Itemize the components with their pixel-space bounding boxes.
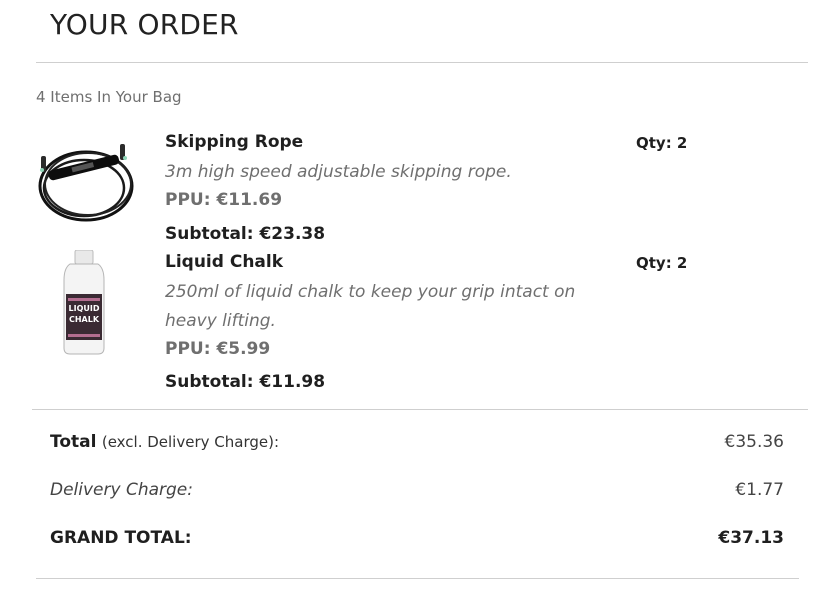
total-label-note: (excl. Delivery Charge): (101, 433, 280, 451)
delivery-row: Delivery Charge: €1.77 (50, 480, 784, 504)
grand-total-value: €37.13 (718, 528, 784, 548)
delivery-label: Delivery Charge: (50, 480, 193, 500)
items-divider (32, 409, 808, 410)
item-quantity: Qty: 2 (636, 254, 688, 272)
order-item: Skipping Rope 3m high speed adjustable s… (0, 128, 820, 246)
item-description: 3m high speed adjustable skipping rope. (165, 162, 512, 182)
item-quantity: Qty: 2 (636, 134, 688, 152)
summary-divider (36, 578, 799, 579)
delivery-value: €1.77 (735, 480, 784, 500)
order-item: LIQUID CHALK Liquid Chalk 250ml of liqui… (0, 248, 820, 398)
total-row: Total (excl. Delivery Charge): €35.36 (50, 432, 784, 456)
item-description: 250ml of liquid chalk to keep your grip … (165, 282, 576, 331)
grand-total-row: GRAND TOTAL: €37.13 (50, 528, 784, 552)
grand-total-label: GRAND TOTAL: (50, 528, 192, 548)
bag-item-count: 4 Items In Your Bag (36, 88, 182, 106)
skipping-rope-icon (34, 134, 138, 230)
total-label-text: Total (50, 432, 97, 452)
chalk-bottle-icon: LIQUID CHALK (58, 249, 110, 356)
bottle-label: LIQUID CHALK (68, 304, 100, 324)
item-subtotal: Subtotal: €11.98 (165, 372, 326, 392)
item-name: Skipping Rope (165, 132, 304, 152)
total-label: Total (excl. Delivery Charge): (50, 432, 279, 452)
title-divider (36, 62, 808, 63)
total-value: €35.36 (724, 432, 784, 452)
page-title: YOUR ORDER (50, 8, 239, 41)
item-name: Liquid Chalk (165, 252, 284, 272)
item-ppu: PPU: €11.69 (165, 190, 283, 210)
item-subtotal: Subtotal: €23.38 (165, 224, 326, 244)
item-ppu: PPU: €5.99 (165, 339, 271, 359)
